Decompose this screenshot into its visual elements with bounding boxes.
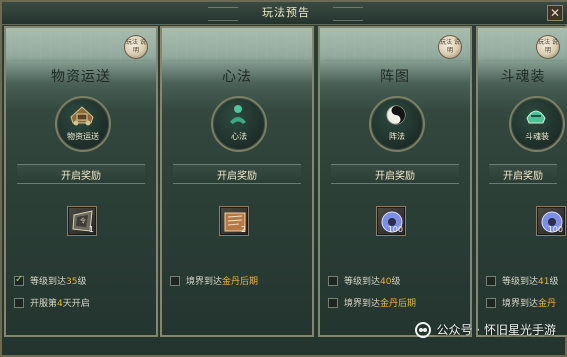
condition-prefix: 境界到达 [344, 299, 381, 309]
reward-strip: 开启奖励 [331, 164, 459, 184]
supply-transport-badge: 物资运送 [55, 96, 111, 152]
condition-text: 等级到达40级 [344, 274, 400, 287]
condition-suffix: 级 [549, 277, 559, 287]
condition-realm: 境界到达金丹后期 [328, 293, 462, 315]
gameplay-info-label: 玩法 说明 [126, 39, 146, 54]
condition-highlight: 40 [380, 277, 392, 287]
condition-prefix: 等级到达 [344, 277, 381, 287]
condition-level: 等级到达41级 [486, 271, 560, 293]
reward-item-slot[interactable]: 令 1 [67, 206, 97, 236]
condition-highlight: 35 [66, 277, 78, 287]
title-ornament-right [333, 7, 363, 21]
condition-level: 等级到达40级 [328, 271, 462, 293]
reward-item-slot[interactable]: 2 [219, 206, 249, 236]
condition-server-day: 开服第4天开启 [14, 293, 148, 315]
condition-suffix: 天开启 [62, 299, 90, 309]
condition-checkbox [486, 298, 496, 308]
reward-count: 100 [547, 225, 563, 234]
condition-list: 等级到达41级 境界到达金丹 [486, 271, 560, 315]
meditation-icon [230, 105, 246, 124]
reward-strip-label: 开启奖励 [61, 171, 101, 182]
watermark: 公众号 · 怀旧星光手游 [414, 321, 556, 338]
condition-highlight: 金丹 [538, 299, 557, 309]
condition-list: 等级到达35级 开服第4天开启 [14, 271, 148, 315]
condition-checkbox [486, 276, 496, 286]
badge-label: 物资运送 [67, 132, 99, 141]
condition-highlight: 金丹后期 [380, 299, 417, 309]
condition-prefix: 等级到达 [502, 277, 539, 287]
reward-item-slot[interactable]: 100 [376, 206, 406, 236]
reward-count: 100 [387, 225, 403, 234]
gameplay-info-label: 玩法 说明 [440, 39, 460, 54]
condition-realm: 境界到达金丹后期 [170, 271, 304, 293]
formation-badge: 阵法 [369, 96, 425, 152]
condition-suffix: 级 [391, 277, 401, 287]
game-window: 玩法预告 ✕ 玩法 说明 物资运送 物资运送 开启奖励 令 1 ✓ 等级到达35… [0, 0, 567, 357]
condition-checkbox [170, 276, 180, 286]
badge-label: 斗魂装 [525, 132, 549, 141]
panel-supply-transport: 玩法 说明 物资运送 物资运送 开启奖励 令 1 ✓ 等级到达35级 开服第4天… [4, 26, 158, 337]
panel-title: 斗魂装 [500, 69, 546, 85]
panel-soul-armor: 玩法 说明 斗魂装 斗魂装 开启奖励 100 等级到达41级 境界到达金丹 [476, 26, 567, 337]
reward-strip-label: 开启奖励 [217, 171, 257, 182]
condition-prefix: 等级到达 [30, 277, 67, 287]
badge-label: 心法 [231, 132, 247, 141]
cart-icon [70, 106, 94, 126]
panel-title: 阵图 [380, 69, 410, 85]
gameplay-info-button[interactable]: 玩法 说明 [536, 35, 560, 59]
svg-text:令: 令 [80, 217, 86, 225]
condition-level: 等级到达35级 [14, 271, 148, 293]
condition-text: 等级到达35级 [30, 274, 86, 287]
condition-prefix: 境界到达 [186, 277, 223, 287]
badge-label: 阵法 [389, 132, 405, 141]
condition-prefix: 开服第 [30, 299, 58, 309]
reward-strip-label: 开启奖励 [503, 171, 543, 182]
title-bar: 玩法预告 ✕ [2, 2, 567, 25]
condition-highlight: 41 [538, 277, 550, 287]
panel-title: 心法 [222, 69, 252, 85]
window-title: 玩法预告 [262, 6, 310, 19]
reward-strip: 开启奖励 [173, 164, 301, 184]
condition-text: 境界到达金丹 [502, 296, 556, 309]
reward-strip-label: 开启奖励 [375, 171, 415, 182]
condition-list: 境界到达金丹后期 [170, 271, 304, 293]
condition-checkbox [14, 298, 24, 308]
panel-title: 物资运送 [51, 69, 111, 85]
panel-mind-method: 心法 心法 开启奖励 2 境界到达金丹后期 [160, 26, 314, 337]
mind-method-badge: 心法 [211, 96, 267, 152]
soul-armor-badge: 斗魂装 [509, 96, 565, 152]
condition-highlight: 金丹后期 [222, 277, 259, 287]
close-button[interactable]: ✕ [547, 5, 563, 21]
condition-list: 等级到达40级 境界到达金丹后期 [328, 271, 462, 315]
gameplay-info-button[interactable]: 玩法 说明 [438, 35, 462, 59]
gameplay-info-label: 玩法 说明 [538, 39, 558, 54]
reward-item-slot[interactable]: 100 [536, 206, 566, 236]
watermark-text: 公众号 · 怀旧星光手游 [436, 322, 556, 337]
condition-checkbox [328, 298, 338, 308]
helmet-icon [526, 110, 546, 124]
condition-text: 开服第4天开启 [30, 296, 90, 309]
reward-count: 2 [240, 225, 246, 234]
panel-formation: 玩法 说明 阵图 阵法 开启奖励 100 等级到达40级 境界到达金丹后期 [318, 26, 472, 337]
condition-realm: 境界到达金丹 [486, 293, 560, 315]
condition-prefix: 境界到达 [502, 299, 539, 309]
condition-text: 等级到达41级 [502, 274, 558, 287]
condition-text: 境界到达金丹后期 [344, 296, 416, 309]
condition-suffix: 级 [77, 277, 87, 287]
reward-strip: 开启奖励 [489, 164, 557, 184]
reward-strip: 开启奖励 [17, 164, 145, 184]
condition-checkbox [14, 274, 24, 286]
condition-checkbox [328, 276, 338, 286]
title-ornament-left [208, 7, 238, 21]
gameplay-info-button[interactable]: 玩法 说明 [124, 35, 148, 59]
yin-yang-icon [386, 105, 406, 125]
wechat-icon [414, 322, 431, 338]
reward-count: 1 [88, 225, 94, 234]
condition-text: 境界到达金丹后期 [186, 274, 258, 287]
